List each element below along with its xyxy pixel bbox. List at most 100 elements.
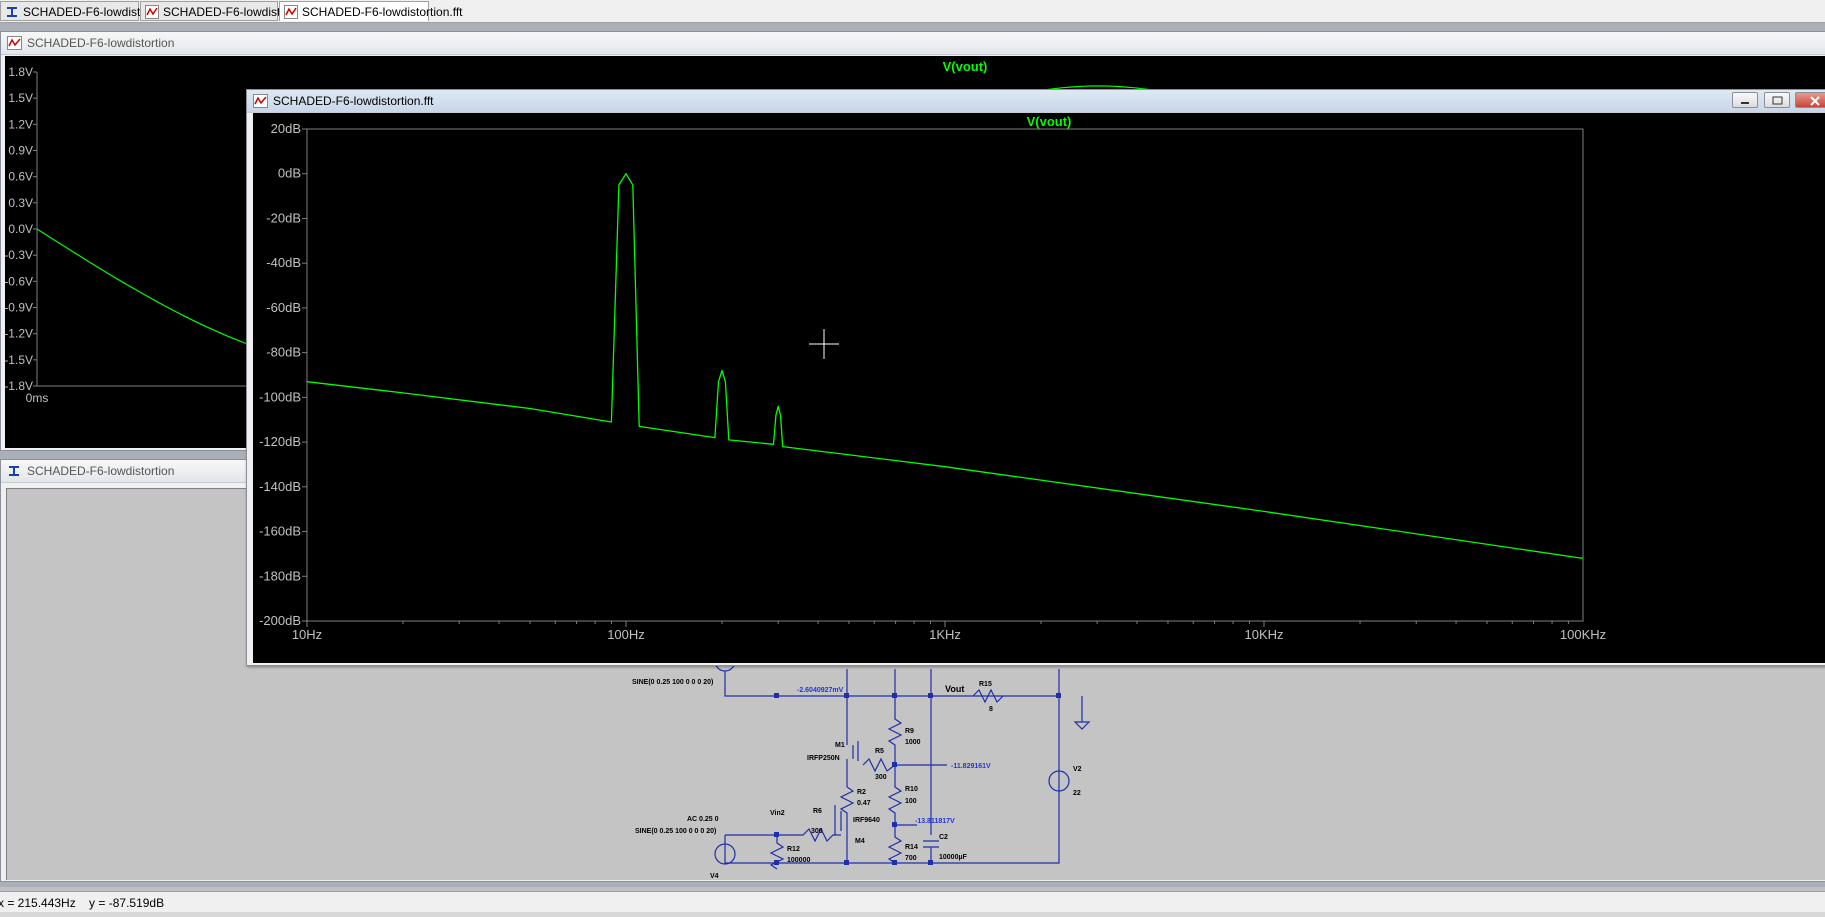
node-voltage-label: -13.811817V xyxy=(915,818,955,825)
transient-titlebar[interactable]: SCHADED-F6-lowdistortion xyxy=(1,32,1825,55)
y-tick-label: 20dB xyxy=(271,121,301,136)
crosshair-cursor[interactable] xyxy=(809,329,839,359)
component-value-c2: 10000µF xyxy=(939,854,967,861)
x-tick-label: 0ms xyxy=(26,391,49,405)
waveform-icon xyxy=(7,36,22,50)
minimize-button[interactable] xyxy=(1732,92,1758,108)
trace-label[interactable]: V(vout) xyxy=(1027,114,1072,129)
component-label-v4: V4 xyxy=(710,873,719,880)
close-button[interactable] xyxy=(1795,92,1825,108)
y-tick-label: 0.6V xyxy=(8,170,33,184)
y-tick-label: 1.8V xyxy=(8,65,33,79)
fft-window[interactable]: SCHADED-F6-lowdistortion.fft V(vout) 20d… xyxy=(246,89,1825,666)
source-params-label: SINE(0 0.25 100 0 0 0 20) xyxy=(632,679,713,686)
fft-chart: V(vout) 20dB 0dB -20dB -40dB -60dB -80dB -100d… xyxy=(253,113,1825,663)
y-tick-label: -180dB xyxy=(259,568,301,583)
net-label-vin2: Vin2 xyxy=(770,810,785,817)
component-label-r2: R2 xyxy=(857,789,866,796)
x-tick-label: 1KHz xyxy=(929,627,961,642)
y-tick-label: -1.5V xyxy=(5,353,33,367)
y-tick-label: -60dB xyxy=(266,300,301,315)
status-bar: x = 215.443Hz y = -87.519dB xyxy=(0,891,1825,917)
component-value-r12: 100000 xyxy=(787,857,810,864)
y-tick-label: -40dB xyxy=(266,255,301,270)
waveform-icon xyxy=(284,5,298,19)
tab-fft[interactable]: SCHADED-F6-lowdistortion.fft xyxy=(279,1,429,21)
source-ac-label: AC 0.25 0 xyxy=(687,816,719,823)
y-tick-label: 0.9V xyxy=(8,144,33,158)
window-title: SCHADED-F6-lowdistortion xyxy=(27,464,174,478)
component-value-r15: 8 xyxy=(989,706,993,713)
component-label-r10: R10 xyxy=(905,786,918,793)
fft-axes: 20dB 0dB -20dB -40dB -60dB -80dB -100dB -120dB -… xyxy=(259,121,1606,642)
source-params-label: SINE(0 0.25 100 0 0 0 20) xyxy=(635,828,716,835)
tab-waveform[interactable]: SCHADED-F6-lowdistortion xyxy=(140,1,278,21)
y-tick-label: -20dB xyxy=(266,210,301,225)
y-tick-label: -100dB xyxy=(259,389,301,404)
component-label-m1: M1 xyxy=(835,742,845,749)
component-label-r14: R14 xyxy=(905,844,918,851)
x-tick-label: 10Hz xyxy=(292,627,322,642)
component-label-v2: V2 xyxy=(1073,766,1082,773)
component-label-m4: M4 xyxy=(855,838,865,845)
node-voltage-label: -11.829161V xyxy=(951,763,991,770)
y-tick-label: 0.0V xyxy=(8,222,33,236)
fft-plot[interactable]: V(vout) 20dB 0dB -20dB -40dB -60dB -80dB -100d… xyxy=(253,113,1825,663)
component-value-r2: 0.47 xyxy=(857,800,871,807)
schematic-nodes xyxy=(774,693,1061,865)
component-label-c2: C2 xyxy=(939,834,948,841)
tab-label: SCHADED-F6-lowdistortion.fft xyxy=(302,5,463,19)
waveform-icon xyxy=(253,94,268,108)
component-value-r6: 300 xyxy=(811,828,823,835)
schematic-labels: SINE(0 0.25 100 0 0 0 20) -2.6040927mV V… xyxy=(632,679,1082,880)
component-label-r9: R9 xyxy=(905,728,914,735)
component-part-m4: IRF9640 xyxy=(853,817,880,824)
schematic-wires xyxy=(715,651,1089,869)
y-tick-label: 0.3V xyxy=(8,196,33,210)
component-value-v2: 22 xyxy=(1073,790,1081,797)
component-label-r15: R15 xyxy=(979,681,992,688)
y-tick-label: -0.6V xyxy=(5,274,33,288)
component-value-r10: 100 xyxy=(905,798,917,805)
trace-label[interactable]: V(vout) xyxy=(943,59,988,74)
component-label-r5: R5 xyxy=(875,748,884,755)
x-tick-label: 10KHz xyxy=(1244,627,1283,642)
y-tick-label: -1.2V xyxy=(5,327,33,341)
component-value-r5: 300 xyxy=(875,774,887,781)
y-tick-label: -0.3V xyxy=(5,248,33,262)
y-tick-label: 1.2V xyxy=(8,117,33,131)
x-tick-label: 100Hz xyxy=(607,627,645,642)
node-voltage-label: -2.6040927mV xyxy=(797,687,844,694)
waveform-icon xyxy=(145,5,159,19)
window-title: SCHADED-F6-lowdistortion.fft xyxy=(273,94,434,108)
minimize-icon xyxy=(1733,94,1757,108)
tab-schematic[interactable]: SCHADED-F6-lowdistortion xyxy=(0,1,139,21)
fft-titlebar[interactable]: SCHADED-F6-lowdistortion.fft xyxy=(247,90,1825,113)
restore-icon xyxy=(1765,94,1789,108)
y-tick-label: 1.5V xyxy=(8,91,33,105)
window-title: SCHADED-F6-lowdistortion xyxy=(27,36,174,50)
y-tick-label: 0dB xyxy=(278,166,301,181)
taskbar-strip xyxy=(0,912,1825,917)
y-tick-label: -0.9V xyxy=(5,301,33,315)
y-tick-label: -120dB xyxy=(259,434,301,449)
document-tab-bar: SCHADED-F6-lowdistortion SCHADED-F6-lowd… xyxy=(0,0,1825,23)
maximize-button[interactable] xyxy=(1764,92,1790,108)
fft-trace xyxy=(307,174,1583,559)
plot-frame xyxy=(307,129,1583,621)
y-tick-label: -160dB xyxy=(259,524,301,539)
schematic-icon xyxy=(5,5,19,19)
component-part-m1: IRFP250N xyxy=(807,755,840,762)
y-tick-label: -140dB xyxy=(259,479,301,494)
window-controls xyxy=(1730,92,1825,110)
y-tick-label: -80dB xyxy=(266,345,301,360)
component-label-r12: R12 xyxy=(787,846,800,853)
component-label-r6: R6 xyxy=(813,808,822,815)
component-value-r14: 700 xyxy=(905,855,917,862)
x-tick-label: 100KHz xyxy=(1560,627,1606,642)
series-line xyxy=(307,174,1583,559)
y-tick-label: -200dB xyxy=(259,613,301,628)
close-icon xyxy=(1796,94,1825,108)
component-value-r9: 1000 xyxy=(905,739,921,746)
net-label-vout: Vout xyxy=(945,684,964,694)
